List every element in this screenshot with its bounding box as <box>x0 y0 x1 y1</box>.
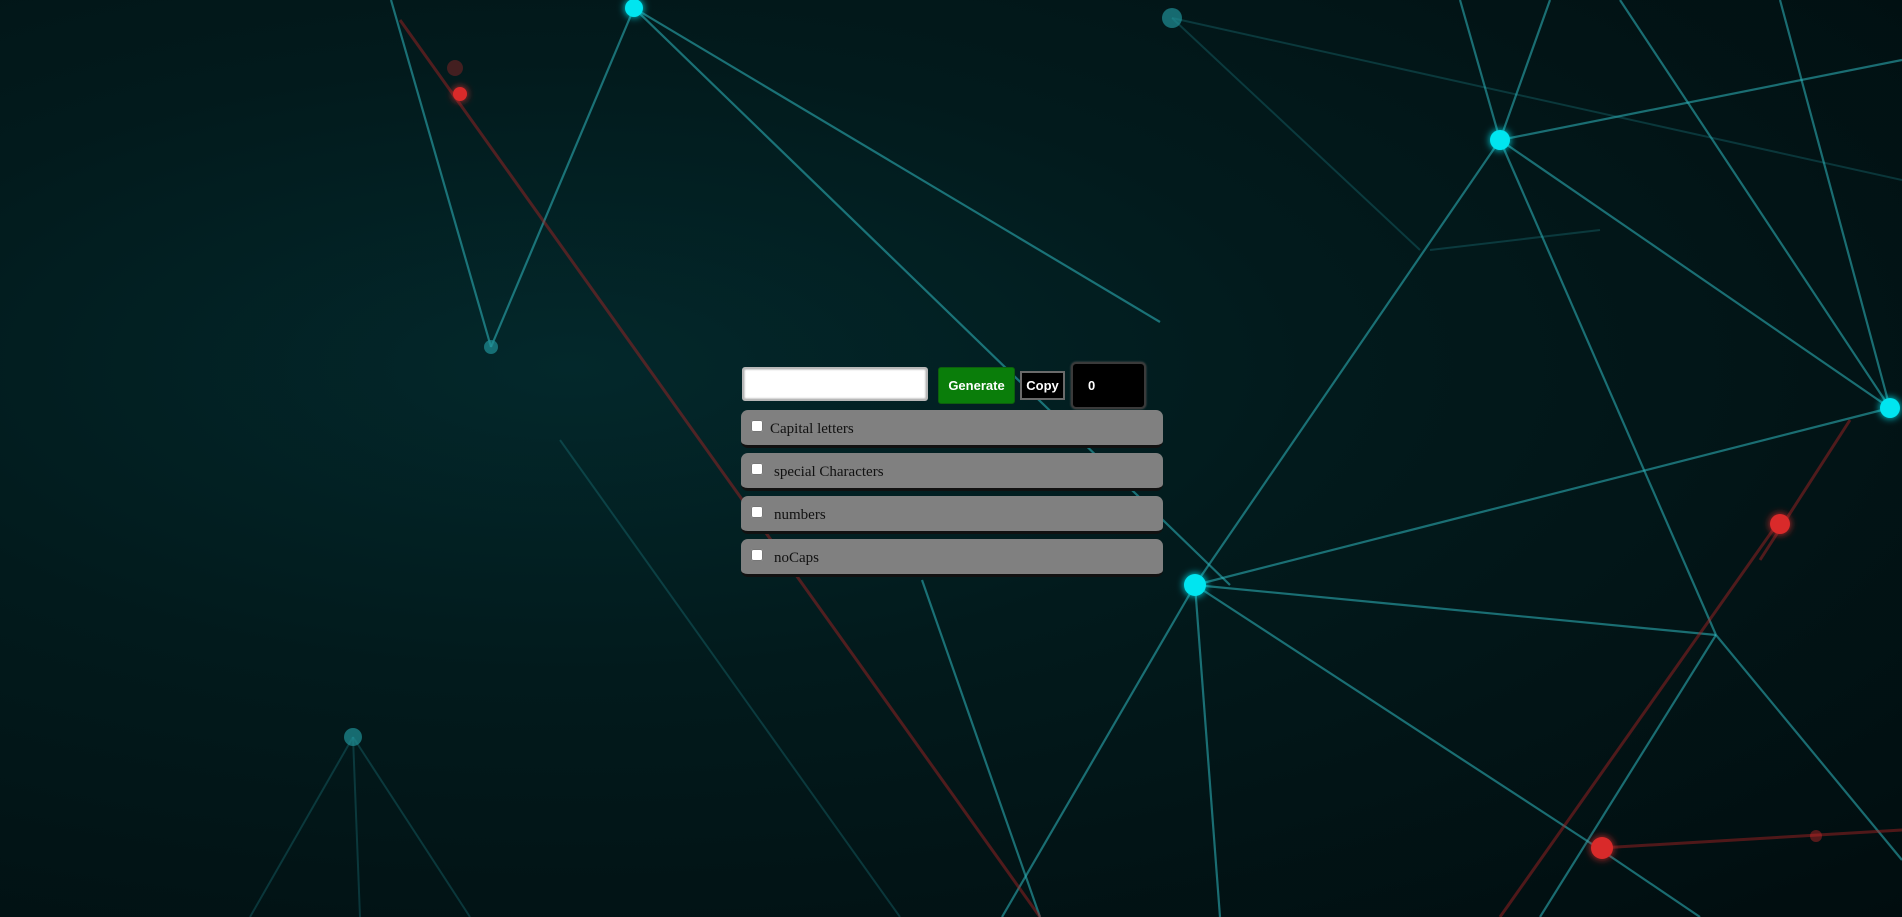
capital-letters-label: Capital letters <box>770 421 854 437</box>
special-characters-label: special Characters <box>774 464 884 480</box>
numbers-label: numbers <box>774 507 826 523</box>
generate-button[interactable]: Generate <box>938 367 1015 404</box>
password-output-field[interactable] <box>742 367 928 401</box>
special-characters-checkbox[interactable] <box>751 463 763 475</box>
option-special-characters[interactable]: special Characters <box>741 453 1163 491</box>
generator-toolbar: Generate Copy <box>741 362 1163 410</box>
numbers-checkbox[interactable] <box>751 506 763 518</box>
option-capital-letters[interactable]: Capital letters <box>741 410 1163 448</box>
length-input[interactable] <box>1071 362 1146 409</box>
option-numbers[interactable]: numbers <box>741 496 1163 534</box>
nocaps-checkbox[interactable] <box>751 549 763 561</box>
option-nocaps[interactable]: noCaps <box>741 539 1163 577</box>
capital-letters-checkbox[interactable] <box>751 420 763 432</box>
nocaps-label: noCaps <box>774 550 819 566</box>
password-generator: Generate Copy Capital letters special Ch… <box>741 362 1163 582</box>
copy-button[interactable]: Copy <box>1020 371 1065 400</box>
